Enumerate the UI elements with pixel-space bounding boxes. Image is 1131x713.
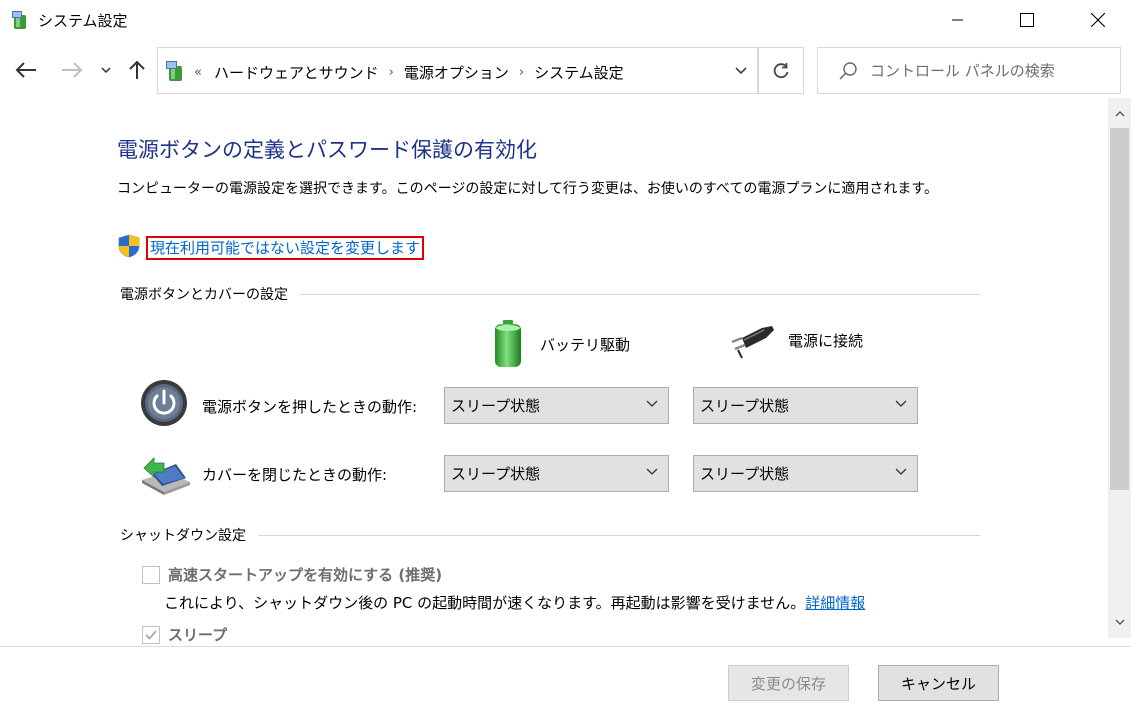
plugged-in-column-header: 電源に接続 [728, 320, 863, 360]
main-content: 電源ボタンの定義とパスワード保護の有効化 コンピューターの電源設定を選択できます… [0, 98, 1108, 646]
selected-value: スリープ状態 [700, 397, 790, 415]
fast-startup-label: 高速スタートアップを有効にする (推奨) [168, 566, 443, 584]
section-title: 電源ボタンとカバーの設定 [120, 287, 288, 303]
shutdown-section-header: シャットダウン設定 [120, 525, 980, 545]
forward-button[interactable] [58, 56, 86, 84]
breadcrumb-separator[interactable]: › [519, 65, 524, 80]
section-divider [300, 293, 980, 295]
footer-bar: 変更の保存 キャンセル [0, 646, 1131, 713]
minimize-icon [952, 19, 963, 21]
scroll-up-button[interactable] [1108, 104, 1131, 124]
address-history-button[interactable] [724, 47, 758, 94]
lid-close-plugged-select[interactable]: スリープ状態 [693, 455, 918, 492]
change-unavailable-settings-link[interactable]: 現在利用可能ではない設定を変更します [146, 236, 425, 260]
search-icon [839, 62, 857, 80]
search-input[interactable] [870, 58, 1110, 84]
up-button[interactable] [124, 56, 150, 84]
chevron-down-icon [895, 468, 907, 475]
vertical-scrollbar[interactable] [1108, 98, 1131, 638]
search-box[interactable] [817, 47, 1121, 94]
chevron-down-icon [646, 400, 658, 407]
maximize-button[interactable] [1004, 0, 1050, 40]
sleep-label: スリープ [168, 626, 228, 644]
save-changes-button[interactable]: 変更の保存 [728, 665, 849, 701]
title-bar: システム設定 [0, 0, 1131, 40]
plugged-in-column-label: 電源に接続 [788, 331, 864, 350]
chevron-down-icon [646, 468, 658, 475]
lid-close-action-label: カバーを閉じたときの動作: [202, 466, 388, 484]
power-button-battery-select[interactable]: スリープ状態 [444, 387, 669, 424]
refresh-button[interactable] [758, 47, 804, 94]
power-plug-icon [731, 326, 774, 359]
chevron-down-icon [895, 400, 907, 407]
address-bar[interactable]: « ハードウェアとサウンド › 電源オプション › システム設定 [157, 47, 758, 94]
laptop-lid-icon [142, 457, 190, 495]
arrow-up-icon [129, 60, 145, 79]
breadcrumb-system-settings[interactable]: システム設定 [534, 62, 624, 83]
minimize-button[interactable] [935, 0, 981, 40]
power-button-section-header: 電源ボタンとカバーの設定 [120, 284, 980, 304]
control-panel-icon [166, 61, 182, 81]
scroll-down-button[interactable] [1108, 612, 1131, 632]
arrow-left-icon [15, 62, 36, 78]
battery-column-header: バッテリ駆動 [490, 320, 630, 368]
refresh-icon [773, 62, 789, 78]
control-panel-icon [12, 11, 26, 29]
maximize-icon [1020, 13, 1034, 27]
page-title: 電源ボタンの定義とパスワード保護の有効化 [117, 138, 537, 162]
sleep-checkbox[interactable] [142, 626, 160, 644]
power-button-action-label: 電源ボタンを押したときの動作: [202, 398, 418, 416]
page-description: コンピューターの電源設定を選択できます。このページの設定に対して行う変更は、お使… [117, 181, 938, 197]
lid-close-battery-select[interactable]: スリープ状態 [444, 455, 669, 492]
chevron-up-icon [1115, 111, 1124, 117]
breadcrumb-hardware-sound[interactable]: ハードウェアとサウンド [214, 62, 379, 83]
arrow-right-icon [62, 62, 83, 78]
fast-startup-checkbox[interactable] [142, 566, 160, 584]
checkmark-icon [145, 630, 157, 640]
battery-column-label: バッテリ駆動 [540, 335, 631, 354]
recent-locations-button[interactable] [96, 56, 116, 84]
selected-value: スリープ状態 [451, 397, 541, 415]
cancel-button[interactable]: キャンセル [878, 665, 999, 701]
selected-value: スリープ状態 [451, 465, 541, 483]
breadcrumb: « ハードウェアとサウンド › 電源オプション › システム設定 [194, 62, 624, 83]
breadcrumb-overflow[interactable]: « [194, 65, 202, 80]
breadcrumb-power-options[interactable]: 電源オプション [404, 62, 509, 83]
power-button-icon [141, 380, 187, 426]
battery-icon [495, 320, 521, 367]
close-button[interactable] [1075, 0, 1121, 40]
breadcrumb-separator[interactable]: › [389, 65, 394, 80]
fast-startup-description-text: これにより、シャットダウン後の PC の起動時間が速くなります。再起動は影響を受… [164, 594, 806, 612]
power-button-plugged-select[interactable]: スリープ状態 [693, 387, 918, 424]
window-title: システム設定 [38, 12, 128, 30]
selected-value: スリープ状態 [700, 465, 790, 483]
close-icon [1091, 13, 1105, 27]
uac-shield-icon [118, 234, 140, 258]
chevron-down-icon [735, 66, 747, 74]
section-divider [258, 534, 980, 536]
more-info-link[interactable]: 詳細情報 [805, 594, 865, 612]
section-title: シャットダウン設定 [120, 528, 246, 544]
back-button[interactable] [12, 56, 40, 84]
fast-startup-description: これにより、シャットダウン後の PC の起動時間が速くなります。再起動は影響を受… [164, 592, 865, 613]
scrollbar-thumb[interactable] [1110, 128, 1129, 490]
navigation-bar: « ハードウェアとサウンド › 電源オプション › システム設定 [0, 44, 1131, 96]
chevron-down-icon [101, 67, 111, 73]
chevron-down-icon [1115, 619, 1124, 625]
